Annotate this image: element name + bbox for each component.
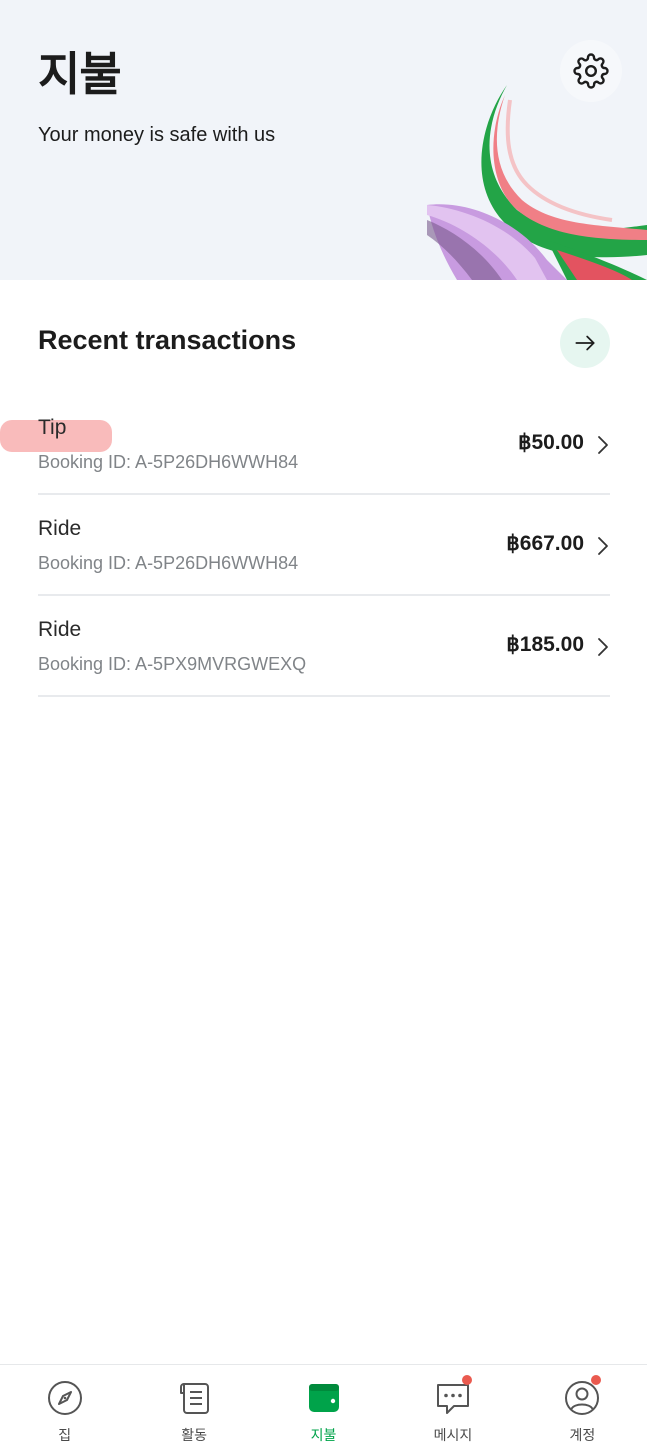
- nav-item-activity[interactable]: 활동: [129, 1365, 258, 1452]
- booking-id: Booking ID: A-5P26DH6WWH84: [38, 452, 299, 472]
- nav-item-home[interactable]: 집: [0, 1365, 129, 1452]
- nav-item-account[interactable]: 계정: [518, 1365, 647, 1452]
- section-title: Recent transactions: [38, 325, 297, 355]
- transaction-row[interactable]: Ride Booking ID: A-5P26DH6WWH84 ฿667.00: [38, 495, 610, 596]
- page-title: 지불: [38, 47, 122, 101]
- nav-item-payment[interactable]: 지불: [259, 1365, 388, 1452]
- decorative-ribbon-art: [427, 85, 647, 280]
- view-all-transactions-button[interactable]: [560, 318, 610, 368]
- chevron-right-icon: [598, 537, 608, 555]
- payment-header: 지불 Your money is safe with us: [0, 0, 647, 280]
- bottom-navigation: 집 활동 지불 메시지 계정: [0, 1364, 647, 1452]
- transaction-amount: ฿50.00: [518, 431, 584, 454]
- booking-id: Booking ID: A-5PX9MVRGWEXQ: [38, 654, 307, 674]
- transaction-type: Ride: [38, 517, 82, 540]
- transaction-amount: ฿667.00: [506, 532, 584, 555]
- arrow-right-icon: [575, 335, 595, 351]
- booking-id: Booking ID: A-5P26DH6WWH84: [38, 553, 299, 573]
- notification-badge: [590, 1375, 601, 1385]
- compass-icon: [47, 1381, 82, 1415]
- nav-label: 집: [58, 1428, 72, 1444]
- page-subtitle: Your money is safe with us: [38, 124, 276, 146]
- nav-label: 활동: [181, 1428, 207, 1444]
- transaction-type: Ride: [38, 618, 82, 641]
- transactions-list: Tip Booking ID: A-5P26DH6WWH84 ฿50.00 Ri…: [38, 394, 610, 697]
- nav-label: 지불: [310, 1428, 337, 1444]
- transaction-row[interactable]: Tip Booking ID: A-5P26DH6WWH84 ฿50.00: [38, 394, 610, 495]
- recent-transactions-header: Recent transactions: [38, 318, 610, 370]
- receipt-icon: [180, 1383, 210, 1414]
- nav-item-messages[interactable]: 메시지: [388, 1365, 517, 1452]
- wallet-icon: [308, 1384, 339, 1412]
- nav-label: 계정: [569, 1428, 596, 1444]
- transaction-type: Tip: [38, 416, 67, 439]
- transaction-amount: ฿185.00: [506, 633, 584, 656]
- nav-label: 메시지: [433, 1428, 473, 1444]
- chevron-right-icon: [598, 638, 608, 656]
- transaction-row[interactable]: Ride Booking ID: A-5PX9MVRGWEXQ ฿185.00: [38, 596, 610, 697]
- chevron-right-icon: [598, 436, 608, 454]
